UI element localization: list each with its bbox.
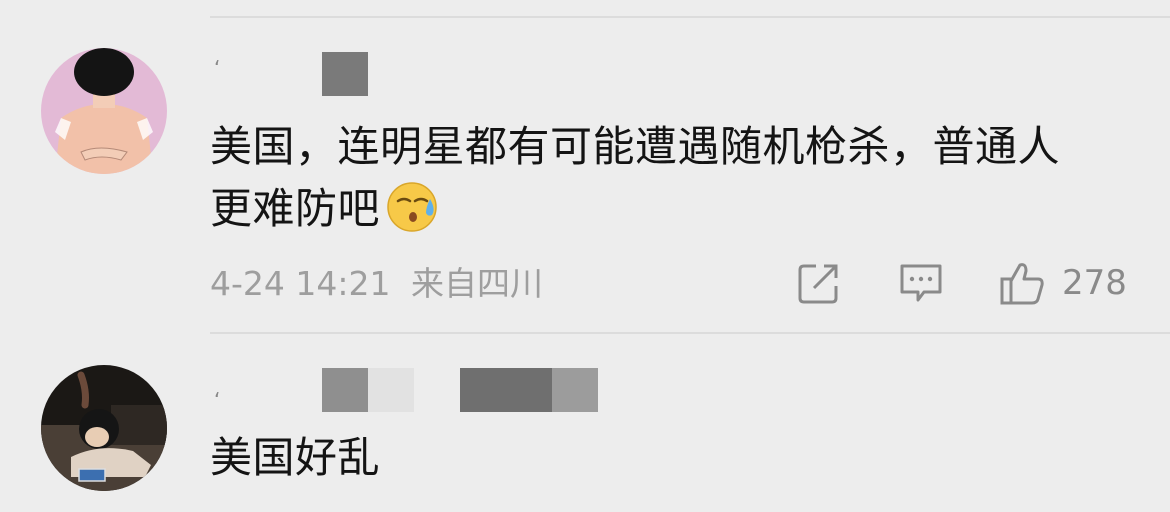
commenter-1-avatar[interactable]	[41, 48, 167, 174]
comment-1-line-2-text: 更难防吧	[210, 184, 381, 233]
like-count: 278	[1062, 263, 1127, 303]
username-redaction	[368, 368, 414, 412]
comment-2-text: 美国好乱	[210, 433, 381, 482]
like-button[interactable]: 278	[998, 258, 1127, 308]
comment-1-meta: 4-24 14:21 来自四川	[210, 262, 553, 306]
comment-divider	[210, 332, 1170, 334]
username-redaction	[552, 368, 598, 412]
comment-1-line-1: 美国，连明星都有可能遭遇随机枪杀，普通人	[210, 122, 1061, 171]
top-divider	[210, 16, 1170, 18]
comment-icon	[900, 264, 942, 302]
username-redaction	[460, 368, 552, 412]
commenter-2-username-redacted[interactable]: ‘	[212, 368, 632, 412]
username-redaction	[322, 368, 368, 412]
sweat-emoji-icon	[387, 182, 437, 232]
commenter-1-username-redacted[interactable]: ‘	[212, 52, 632, 96]
thumbs-up-icon	[1000, 263, 1044, 305]
share-button[interactable]	[796, 258, 842, 308]
commenter-2-avatar[interactable]	[41, 365, 167, 491]
comment-1-time: 4-24 14:21	[210, 264, 391, 303]
share-icon	[798, 264, 838, 304]
comment-1-location: 来自四川	[411, 264, 543, 303]
comment-1-text: 美国，连明星都有可能遭遇随机枪杀，普通人 更难防吧	[210, 116, 1140, 240]
reply-button[interactable]	[898, 258, 944, 308]
comment-1-line-2: 更难防吧	[210, 178, 1140, 240]
username-redaction	[322, 52, 368, 96]
